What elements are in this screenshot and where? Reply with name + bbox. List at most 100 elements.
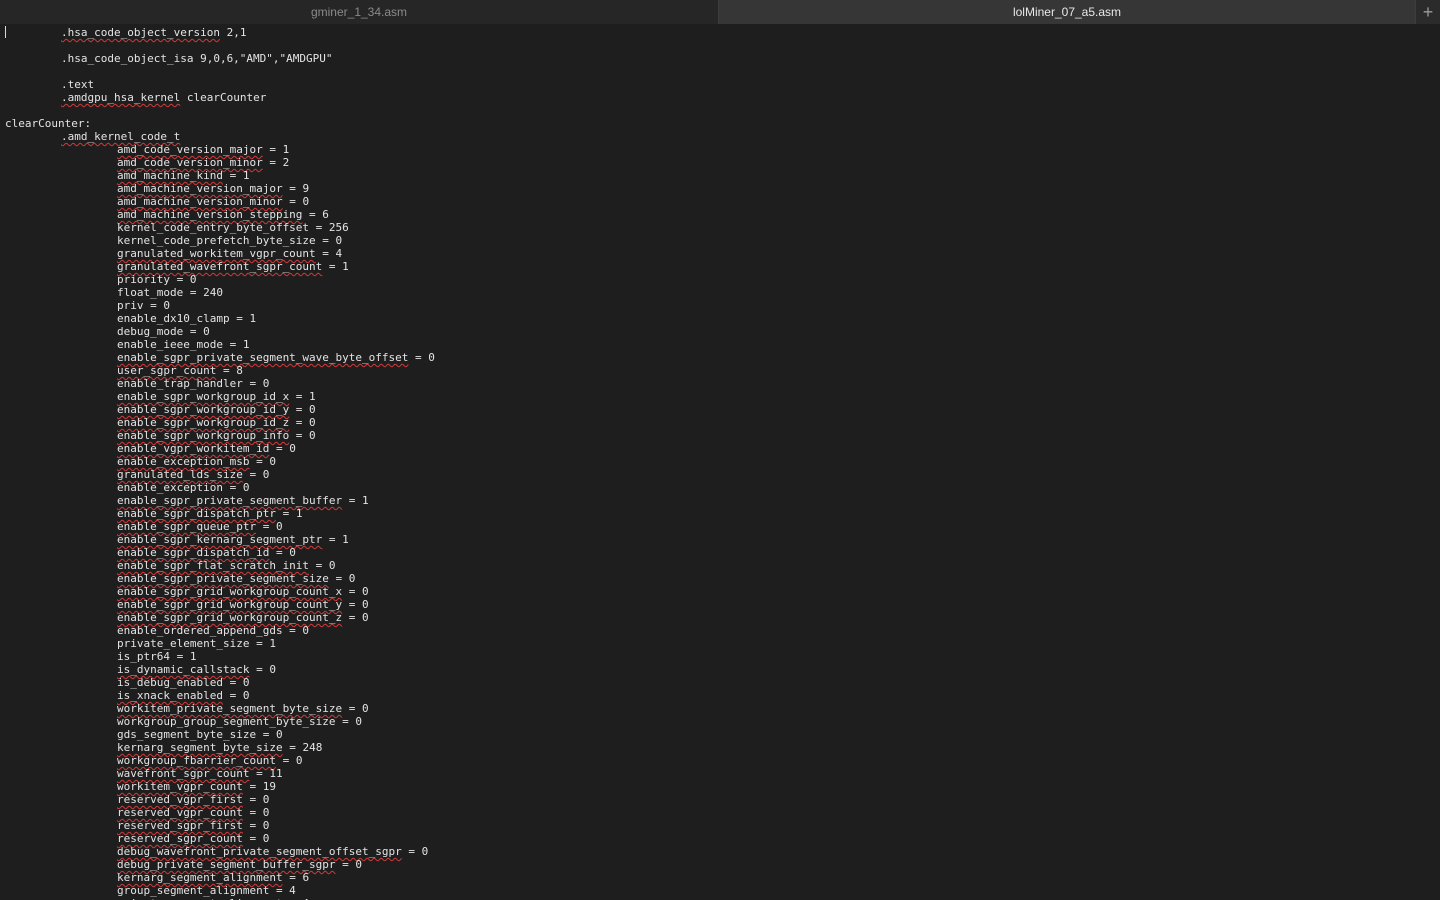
code-line: kernarg_segment_alignment = 6 [117, 871, 310, 884]
tab-bar: gminer_1_34.asm lolMiner_07_a5.asm + [0, 0, 1440, 24]
misspelled-token: amd_machine_kind [117, 169, 223, 182]
misspelled-token: is_dynamic_callstack [117, 663, 250, 676]
misspelled-token: enable_sgpr_grid_workgroup_count_x [117, 585, 343, 598]
code-line: .hsa_code_object_version 2,1 [61, 26, 247, 39]
misspelled-token: enable_sgpr_private_segment_size [117, 572, 329, 585]
new-tab-button[interactable]: + [1416, 0, 1440, 24]
misspelled-token: enable_vgpr_workitem_id [117, 442, 270, 455]
code-line: amd_code_version_minor = 2 [117, 156, 290, 169]
code-line: private_element_size = 1 [117, 637, 276, 650]
code-line: is_debug_enabled = 0 [117, 676, 250, 689]
misspelled-token: debug_private_segment_buffer_sgpr [117, 858, 336, 871]
code-line: is_ptr64 = 1 [117, 650, 197, 663]
misspelled-token: reserved_vgpr_count [117, 806, 243, 819]
code-line: amd_machine_version_minor = 0 [117, 195, 310, 208]
code-line: amd_machine_version_stepping = 6 [117, 208, 329, 221]
code-line: group_segment_alignment = 4 [117, 884, 296, 897]
tab-gminer[interactable]: gminer_1_34.asm [0, 0, 719, 24]
misspelled-token: user_sgpr_count [117, 364, 217, 377]
code-line: debug_wavefront_private_segment_offset_s… [117, 845, 429, 858]
code-line: workitem_private_segment_byte_size = 0 [117, 702, 369, 715]
code-line: enable_dx10_clamp = 1 [117, 312, 257, 325]
misspelled-token: enable_sgpr_grid_workgroup_count_y [117, 598, 343, 611]
misspelled-token: is_xnack_enabled [117, 689, 223, 702]
code-line: enable_sgpr_queue_ptr = 0 [117, 520, 283, 533]
code-line: workgroup_fbarrier_count = 0 [117, 754, 303, 767]
code-line: kernel_code_entry_byte_offset = 256 [117, 221, 349, 234]
code-line: .text [61, 78, 95, 91]
code-line: user_sgpr_count = 8 [117, 364, 243, 377]
misspelled-token: enable_sgpr_workgroup_id_z [117, 416, 290, 429]
code-line: wavefront_sgpr_count = 11 [117, 767, 283, 780]
code-line: workitem_vgpr_count = 19 [117, 780, 276, 793]
tab-lolminer[interactable]: lolMiner_07_a5.asm [719, 0, 1416, 24]
code-line: enable_vgpr_workitem_id = 0 [117, 442, 296, 455]
code-line: debug_private_segment_buffer_sgpr = 0 [117, 858, 363, 871]
misspelled-token: workitem_private_segment_byte_size [117, 702, 343, 715]
misspelled-token: enable_sgpr_dispatch_id [117, 546, 270, 559]
misspelled-token: enable_sgpr_flat_scratch_init [117, 559, 310, 572]
misspelled-token: .hsa_code_object_version [61, 26, 220, 39]
code-line: enable_sgpr_workgroup_id_y = 0 [117, 403, 316, 416]
code-line: enable_sgpr_private_segment_size = 0 [117, 572, 356, 585]
misspelled-token: enable_sgpr_workgroup_id_y [117, 403, 290, 416]
code-line: enable_sgpr_grid_workgroup_count_y = 0 [117, 598, 369, 611]
code-line: reserved_vgpr_count = 0 [117, 806, 270, 819]
code-line: enable_exception = 0 [117, 481, 250, 494]
code-line: enable_sgpr_flat_scratch_init = 0 [117, 559, 336, 572]
code-line: priority = 0 [117, 273, 197, 286]
misspelled-token: workitem_vgpr_count [117, 780, 243, 793]
code-line: float_mode = 240 [117, 286, 223, 299]
code-line: reserved_sgpr_first = 0 [117, 819, 270, 832]
misspelled-token: wavefront_sgpr_count [117, 767, 250, 780]
misspelled-token: granulated_lds_size [117, 468, 243, 481]
code-line: debug_mode = 0 [117, 325, 210, 338]
code-line: enable_sgpr_grid_workgroup_count_x = 0 [117, 585, 369, 598]
code-line: .hsa_code_object_isa 9,0,6,"AMD","AMDGPU… [61, 52, 333, 65]
code-line: amd_code_version_major = 1 [117, 143, 290, 156]
code-line: enable_ordered_append_gds = 0 [117, 624, 310, 637]
plus-icon[interactable]: + [1423, 2, 1434, 23]
misspelled-token: reserved_sgpr_first [117, 819, 243, 832]
code-line: enable_sgpr_kernarg_segment_ptr = 1 [117, 533, 349, 546]
misspelled-token: amd_machine_version_major [117, 182, 283, 195]
misspelled-token: enable_sgpr_workgroup_info [117, 429, 290, 442]
misspelled-token: reserved_vgpr_first [117, 793, 243, 806]
code-line: workgroup_group_segment_byte_size = 0 [117, 715, 363, 728]
misspelled-token: debug_wavefront_private_segment_offset_s… [117, 845, 402, 858]
code-line: amd_machine_version_major = 9 [117, 182, 310, 195]
code-line: amd_machine_kind = 1 [117, 169, 250, 182]
code-line: kernarg_segment_byte_size = 248 [117, 741, 323, 754]
misspelled-token: amd_code_version_major [117, 143, 263, 156]
misspelled-token: amd_machine_version_minor [117, 195, 283, 208]
code-line: granulated_lds_size = 0 [117, 468, 270, 481]
code-line: enable_sgpr_private_segment_buffer = 1 [117, 494, 369, 507]
misspelled-token: workgroup_fbarrier_count [117, 754, 276, 767]
code-line: enable_sgpr_grid_workgroup_count_z = 0 [117, 611, 369, 624]
misspelled-token: granulated_wavefront_sgpr_count [117, 260, 323, 273]
misspelled-token: kernarg_segment_byte_size [117, 741, 283, 754]
code-line: granulated_wavefront_sgpr_count = 1 [117, 260, 349, 273]
code-line: enable_sgpr_workgroup_id_x = 1 [117, 390, 316, 403]
code-line: enable_sgpr_dispatch_id = 0 [117, 546, 296, 559]
code-editor[interactable]: .hsa_code_object_version 2,1 .hsa_code_ob… [0, 25, 1440, 900]
code-line: enable_trap_handler = 0 [117, 377, 270, 390]
misspelled-token: .amd_kernel_code_t [61, 130, 181, 143]
misspelled-token: enable_sgpr_private_segment_buffer [117, 494, 343, 507]
misspelled-token: granulated_workitem_vgpr_count [117, 247, 316, 260]
misspelled-token: enable_exception_msb [117, 455, 250, 468]
code-line: enable_ieee_mode = 1 [117, 338, 250, 351]
misspelled-token: amd_code_version_minor [117, 156, 263, 169]
code-line: .amd_kernel_code_t [61, 130, 180, 143]
misspelled-token: enable_sgpr_workgroup_id_x [117, 390, 290, 403]
code-line: enable_sgpr_dispatch_ptr = 1 [117, 507, 303, 520]
code-line: enable_exception_msb = 0 [117, 455, 276, 468]
misspelled-token: enable_sgpr_private_segment_wave_byte_of… [117, 351, 409, 364]
code-line: reserved_vgpr_first = 0 [117, 793, 270, 806]
misspelled-token: amd_machine_version_stepping [117, 208, 303, 221]
code-line: enable_sgpr_private_segment_wave_byte_of… [117, 351, 435, 364]
code-line: .amdgpu_hsa_kernel clearCounter [61, 91, 267, 104]
code-line: priv = 0 [117, 299, 170, 312]
code-line: granulated_workitem_vgpr_count = 4 [117, 247, 343, 260]
code-line: is_xnack_enabled = 0 [117, 689, 250, 702]
